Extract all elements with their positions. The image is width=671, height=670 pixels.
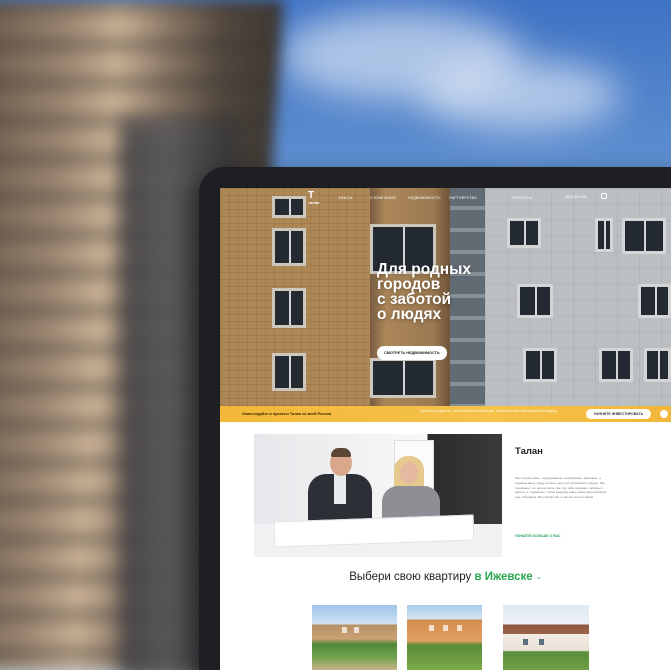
logo[interactable]: T талан (308, 190, 320, 206)
nav-item-property[interactable]: НЕДВИЖИМОСТЬ (408, 196, 441, 200)
property-card[interactable] (503, 605, 589, 670)
arrow-icon[interactable] (660, 410, 668, 418)
building-window (457, 625, 462, 631)
logo-text: талан (308, 200, 320, 205)
property-card[interactable] (312, 605, 397, 670)
apartment-heading: Выбери свою квартиру в Ижевске ⌄ (220, 571, 671, 583)
building-window (443, 625, 448, 631)
nav-item-contacts[interactable]: КОНТАКТЫ (512, 196, 532, 200)
building-window (523, 639, 528, 645)
chevron-down-icon[interactable]: ⌄ (536, 574, 542, 581)
top-navigation: T талан ОФИСЫ О КОМПАНИИ НЕДВИЖИМОСТЬ ПА… (220, 188, 671, 208)
building-window (429, 625, 434, 631)
nav-phone[interactable]: (000) 000-000 (565, 195, 587, 199)
building-window (354, 627, 359, 633)
about-photo (254, 434, 502, 557)
hero-title-line: Для родных (377, 261, 472, 278)
invest-banner-title: Инвестируйте в проекты Талан по всей Рос… (242, 412, 332, 416)
about-title: Талан (515, 446, 543, 457)
invest-banner: Инвестируйте в проекты Талан по всей Рос… (220, 406, 671, 422)
hero-title: Для родных городов с заботой о людях (377, 261, 517, 323)
hero-title-line: с заботой (377, 291, 452, 308)
photo-person (400, 462, 418, 484)
start-investing-button[interactable]: НАЧНИТЕ ИНВЕСТИРОВАТЬ (586, 409, 652, 419)
about-text: Мы строим дома – продуманные, комфортные… (515, 476, 607, 500)
logo-mark: T (308, 190, 315, 201)
view-property-button[interactable]: СМОТРЕТЬ НЕДВИЖИМОСТЬ (377, 346, 447, 360)
search-icon[interactable] (601, 193, 607, 199)
hero-title-line: городов (377, 276, 441, 293)
nav-item-about[interactable]: О КОМПАНИИ (370, 196, 396, 200)
laptop-screen: T талан ОФИСЫ О КОМПАНИИ НЕДВИЖИМОСТЬ ПА… (220, 188, 671, 670)
nav-item-partnership[interactable]: ПАРТНЁРСТВО (449, 196, 477, 200)
about-more-link[interactable]: УЗНАЙТЕ БОЛЬШЕ О НАС (515, 534, 561, 538)
apartment-heading-text: Выбери свою квартиру (349, 571, 472, 583)
hero-section: T талан ОФИСЫ О КОМПАНИИ НЕДВИЖИМОСТЬ ПА… (220, 188, 671, 406)
building-window (342, 627, 347, 633)
photo-person (334, 474, 346, 504)
building-window (539, 639, 544, 645)
background-cloud (420, 60, 620, 130)
property-card[interactable] (407, 605, 482, 670)
city-selector[interactable]: в Ижевске (474, 571, 532, 583)
hero-title-line: о людях (377, 306, 442, 323)
nav-item-offices[interactable]: ОФИСЫ (338, 196, 353, 200)
photo-person (331, 448, 351, 457)
invest-banner-description: Удобная доходность, понятный объём вложе… (419, 409, 557, 413)
